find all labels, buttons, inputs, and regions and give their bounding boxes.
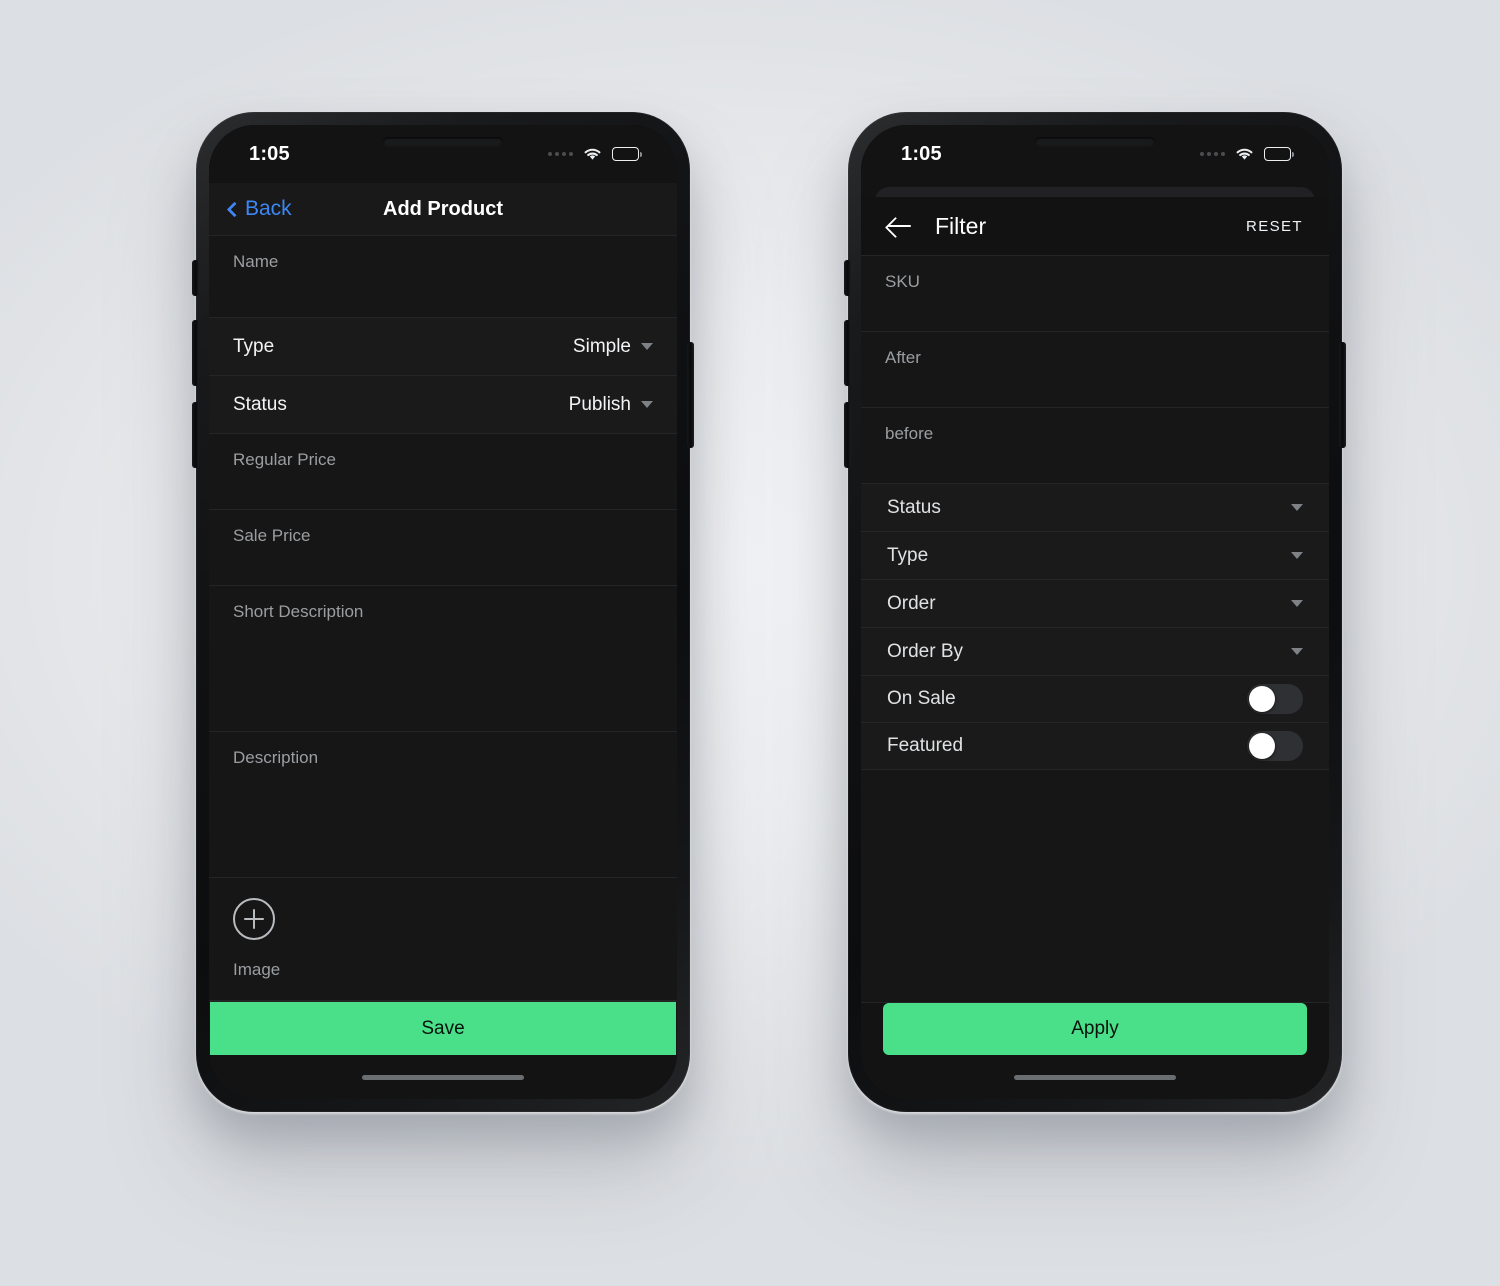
dropdown-type-label: Type <box>887 544 929 566</box>
field-sale-price-label: Sale Price <box>233 526 311 545</box>
toggle-featured-label: Featured <box>887 735 964 756</box>
field-sale-price[interactable]: Sale Price <box>209 509 677 585</box>
home-indicator[interactable] <box>1014 1074 1176 1080</box>
field-short-description-label: Short Description <box>233 602 364 621</box>
volume-up-button[interactable] <box>192 320 199 386</box>
home-indicator-area-left <box>209 1055 677 1099</box>
field-sku-label: SKU <box>885 272 920 291</box>
sheet-top-edge <box>861 183 1329 207</box>
field-after-label: After <box>885 348 921 367</box>
caret-down-icon <box>1291 552 1303 559</box>
select-status-label: Status <box>233 393 287 415</box>
dropdown-status[interactable]: Status <box>861 483 1329 531</box>
signal-dots-icon <box>548 152 573 156</box>
page-title: Filter <box>935 212 987 239</box>
select-type-value: Simple <box>572 335 631 357</box>
reset-button[interactable]: RESET <box>1246 218 1303 235</box>
navigation-bar-left: Back Add Product <box>209 183 677 235</box>
apply-button-container: Apply <box>861 1002 1329 1055</box>
empty-space <box>861 769 1329 1002</box>
status-bar-left: 1:05 <box>209 125 677 183</box>
home-indicator-area-right <box>861 1055 1329 1099</box>
battery-icon <box>1264 147 1295 161</box>
field-description-label: Description <box>233 748 319 767</box>
save-button[interactable]: Save <box>210 1001 676 1055</box>
add-product-form: Name Type Simple Status Publish Regular … <box>209 235 677 1055</box>
toggle-knob-icon <box>1249 686 1275 712</box>
image-upload-section: Image <box>209 877 677 1000</box>
navigation-bar-right: Filter RESET <box>861 197 1329 255</box>
status-time: 1:05 <box>901 142 942 165</box>
dropdown-status-label: Status <box>887 496 941 518</box>
phone-device-left: 1:05 Back Add Product Name Type Simple S… <box>192 112 694 1112</box>
screen-add-product: 1:05 Back Add Product Name Type Simple S… <box>209 125 677 1099</box>
chevron-left-icon <box>226 201 243 217</box>
field-name[interactable]: Name <box>209 235 677 317</box>
filter-form: SKU After before Status Type Order Order… <box>861 255 1329 1055</box>
select-type[interactable]: Type Simple <box>209 317 677 375</box>
volume-down-button[interactable] <box>192 402 199 468</box>
select-type-value-group: Simple <box>573 336 653 358</box>
volume-up-button[interactable] <box>844 320 851 386</box>
status-bar-right: 1:05 <box>861 125 1329 183</box>
dropdown-order[interactable]: Order <box>861 579 1329 627</box>
field-sku[interactable]: SKU <box>861 255 1329 331</box>
caret-down-icon <box>1291 648 1303 655</box>
battery-icon <box>612 147 643 161</box>
status-indicators <box>1200 146 1295 162</box>
apply-button[interactable]: Apply <box>883 1003 1307 1055</box>
plus-circle-icon[interactable] <box>233 898 275 940</box>
dropdown-order-by[interactable]: Order By <box>861 627 1329 675</box>
caret-down-icon <box>1291 600 1303 607</box>
toggle-on-sale-label: On Sale <box>887 688 956 709</box>
field-before-label: before <box>885 424 934 443</box>
toggle-on-sale-switch[interactable] <box>1247 684 1303 714</box>
field-regular-price-label: Regular Price <box>233 450 336 469</box>
volume-down-button[interactable] <box>844 402 851 468</box>
screen-filter: 1:05 Filter RESET SKU After before Statu… <box>861 125 1329 1099</box>
power-button[interactable] <box>687 342 694 448</box>
select-status-value-group: Publish <box>569 394 653 416</box>
field-name-label: Name <box>233 252 279 271</box>
field-regular-price[interactable]: Regular Price <box>209 433 677 509</box>
select-status-value: Publish <box>568 393 631 415</box>
toggle-row-on-sale[interactable]: On Sale <box>861 675 1329 722</box>
field-short-description[interactable]: Short Description <box>209 585 677 731</box>
dropdown-order-by-label: Order By <box>887 640 964 662</box>
select-status[interactable]: Status Publish <box>209 375 677 433</box>
wifi-icon <box>1236 148 1253 160</box>
status-indicators <box>548 146 643 162</box>
wifi-icon <box>584 148 601 160</box>
caret-down-icon <box>641 401 653 408</box>
earpiece-speaker-icon <box>383 137 503 146</box>
earpiece-speaker-icon <box>1035 137 1155 146</box>
field-before[interactable]: before <box>861 407 1329 483</box>
mute-switch-button[interactable] <box>844 260 851 296</box>
back-button-label: Back <box>245 197 292 220</box>
phone-device-right: 1:05 Filter RESET SKU After before Statu… <box>844 112 1346 1112</box>
phone-screen-bezel-left: 1:05 Back Add Product Name Type Simple S… <box>209 125 677 1099</box>
arrow-left-icon[interactable] <box>887 213 913 239</box>
back-button[interactable]: Back <box>226 197 292 221</box>
caret-down-icon <box>1291 504 1303 511</box>
toggle-featured-switch[interactable] <box>1247 731 1303 761</box>
toggle-knob-icon <box>1249 733 1275 759</box>
field-after[interactable]: After <box>861 331 1329 407</box>
mute-switch-button[interactable] <box>192 260 199 296</box>
save-button-container: Save <box>209 1000 677 1055</box>
caret-down-icon <box>641 343 653 350</box>
field-description[interactable]: Description <box>209 731 677 877</box>
status-time: 1:05 <box>249 142 290 165</box>
dropdown-type[interactable]: Type <box>861 531 1329 579</box>
dropdown-order-label: Order <box>887 592 936 614</box>
image-section-label: Image <box>233 960 281 979</box>
signal-dots-icon <box>1200 152 1225 156</box>
phone-screen-bezel-right: 1:05 Filter RESET SKU After before Statu… <box>861 125 1329 1099</box>
power-button[interactable] <box>1339 342 1346 448</box>
select-type-label: Type <box>233 335 275 357</box>
home-indicator[interactable] <box>362 1074 524 1080</box>
toggle-row-featured[interactable]: Featured <box>861 722 1329 769</box>
